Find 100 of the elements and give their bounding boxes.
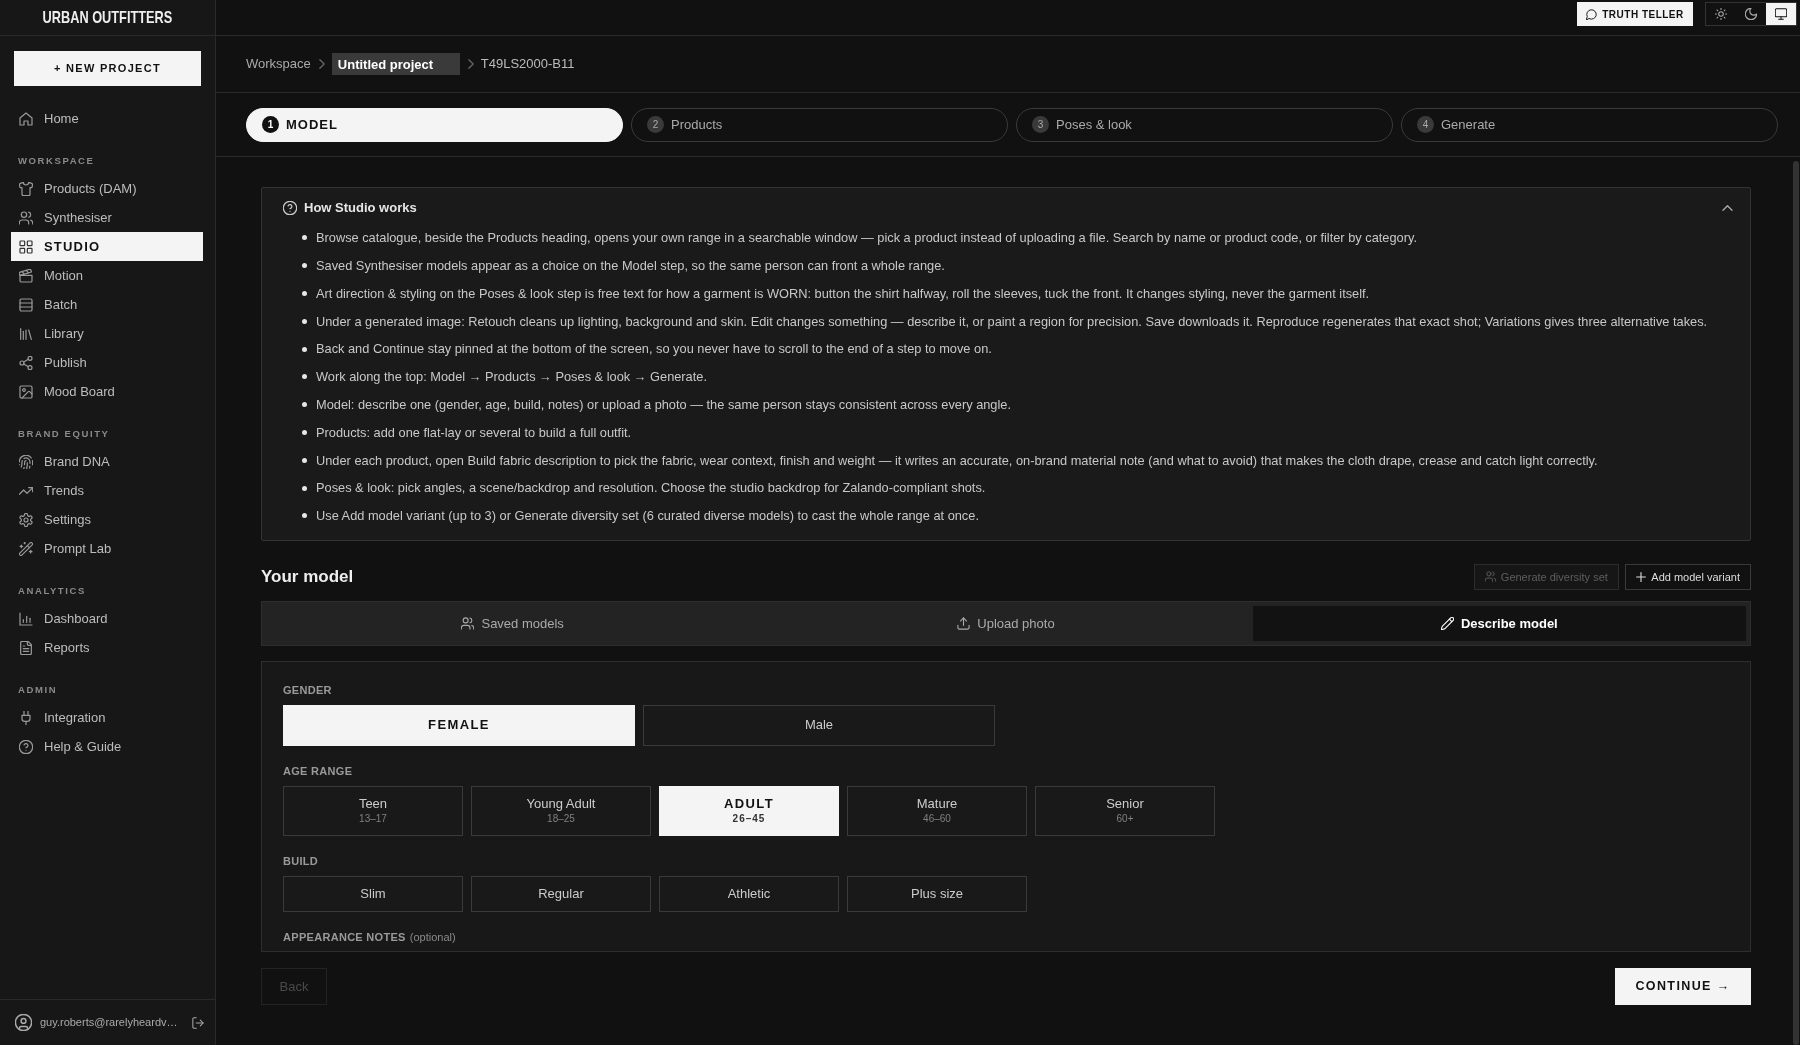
bullet-icon [302,402,307,408]
section-heading: WORKSPACE [18,154,96,168]
help-text: Use Add model variant (up to 3) or Generate diversity set (6 curated diverse models) to cast the whole range at once. [316,507,979,526]
grid-icon [19,239,33,254]
bullet-icon [302,263,307,269]
upload-icon [957,616,971,630]
breadcrumb-current: T49LS2000-B11 [480,55,575,74]
optional-hint: (optional) [409,930,456,943]
magic-wand-icon [19,541,33,556]
step-tab[interactable]: 1 MODEL [246,107,623,142]
step-number: 2 [647,116,664,133]
user-avatar-icon [15,1014,32,1031]
option-button[interactable]: FEMALE [283,704,635,746]
sidebar-item[interactable]: Home [11,104,203,133]
help-text: Under a generated image: Retouch cleans up lighting, background and skin. Edit changes something — describe it, or paint a region for precision. Save downloads it. Reproduce regenerates that exact shot; Variations gives three alternative takes. [316,312,1708,331]
user-email: guy.roberts@rarelyheardv… [40,1015,178,1031]
bullet-icon [302,318,307,324]
home-icon [19,111,33,126]
bullet-icon [302,429,307,435]
sidebar-item[interactable]: Batch [11,290,203,319]
option-button[interactable]: Senior 60+ [1035,785,1215,836]
plug-icon [19,710,33,725]
help-text: Back and Continue stay pinned at the bottom of the screen, so you never have to scroll to the end of a step to move on. [316,340,992,359]
rows-icon [19,297,33,312]
option-button[interactable]: Regular [471,875,651,912]
option-button[interactable]: Teen 13–17 [283,785,463,836]
sidebar-item[interactable]: Synthesiser [11,203,203,232]
bullet-icon [302,346,307,352]
mode-tab[interactable]: Saved models [266,605,760,641]
plus-icon [1636,571,1647,582]
settings-icon [19,512,33,527]
field-label: BUILD [283,853,320,868]
sidebar-item[interactable]: Prompt Lab [11,534,203,563]
brand-logo: URBAN OUTFITTERS [42,6,173,29]
option-button[interactable]: Athletic [659,875,839,912]
option-button[interactable]: Male [643,704,995,746]
sidebar-item[interactable]: Reports [11,633,203,662]
bullet-icon [302,485,307,491]
field-label: GENDER [283,682,333,697]
books-icon [19,326,33,341]
sidebar-item[interactable]: Trends [11,476,203,505]
option-button[interactable]: ADULT 26–45 [659,785,839,836]
sidebar-item[interactable]: Products (DAM) [11,174,203,203]
sidebar-item[interactable]: STUDIO [11,232,203,261]
share-icon [19,355,33,370]
breadcrumb-link[interactable]: Workspace [246,54,311,74]
sidebar-item[interactable]: Library [11,319,203,348]
option-button[interactable]: Mature 46–60 [847,785,1027,836]
scrollbar-thumb[interactable] [1793,161,1799,1045]
option-button[interactable]: Plus size [847,875,1027,912]
sidebar-item[interactable]: Publish [11,348,203,377]
people-icon [1484,571,1496,583]
option-button[interactable]: Young Adult 18–25 [471,785,651,836]
mode-tab[interactable]: Upload photo [759,605,1253,641]
sidebar-item[interactable]: Settings [11,505,203,534]
step-number: 3 [1032,116,1049,133]
mode-tab[interactable]: Describe model [1252,605,1746,641]
continue-button[interactable]: CONTINUE → [1615,967,1751,1005]
bullet-icon [302,457,307,463]
help-header[interactable]: How Studio works [262,188,1750,224]
bullet-icon [302,374,307,380]
option-button[interactable]: Slim [283,875,463,912]
add-variant-button[interactable]: Add model variant [1625,563,1751,590]
people-icon [461,616,475,630]
image-icon [19,384,33,399]
shirt-icon [19,181,33,196]
help-text: Browse catalogue, beside the Products heading, opens your own range in a searchable window — pick a product instead of uploading a file. Search by name or product code, or filter by category. [316,229,1417,248]
sidebar-item[interactable]: Brand DNA [11,447,203,476]
sidebar-item[interactable]: Motion [11,261,203,290]
project-name-field[interactable]: Untitled project [331,53,460,75]
logout-button[interactable] [191,1016,204,1029]
sidebar-item[interactable]: Integration [11,703,203,732]
help-icon [283,201,297,215]
theme-button[interactable] [1766,3,1796,25]
truth-teller-button[interactable]: TRUTH TELLER [1577,2,1693,26]
section-title: Your model [261,566,354,588]
help-text: Under each product, open Build fabric description to pick the fabric, wear context, finish and weight — it writes an accurate, on-brand material note (and what to avoid) that makes the cloth drape, crease and catch light correctly. [316,451,1598,470]
chevron-right-icon [467,59,474,69]
help-text: Saved Synthesiser models appear as a choice on the Model step, so the same person can front a whole range. [316,257,945,276]
help-icon [19,739,33,754]
logout-icon [191,1016,204,1029]
fingerprint-icon [19,454,33,469]
document-icon [19,640,33,655]
clapperboard-icon [19,268,33,283]
section-heading: ADMIN [18,683,59,697]
sun-icon [1715,8,1727,20]
new-project-button[interactable]: + NEW PROJECT [14,51,201,86]
help-text: Poses & look: pick angles, a scene/backdrop and resolution. Choose the studio backdrop for Zalando-compliant shots. [316,479,986,498]
section-heading: BRAND EQUITY [18,427,111,441]
field-label: APPEARANCE NOTES [283,930,406,943]
sidebar-item[interactable]: Mood Board [11,377,203,406]
chat-bubble-icon [1586,8,1598,20]
moon-icon [1745,8,1757,20]
bullet-icon [302,513,307,519]
sidebar-item[interactable]: Help & Guide [11,732,203,761]
bullet-icon [302,235,307,241]
pencil-icon [1440,616,1454,630]
help-text: Art direction & styling on the Poses & look step is free text for how a garment is WORN: button the shirt halfway, roll the sleeves, tuck the front. It changes styling, never the garment itself. [316,284,1370,303]
sidebar-item[interactable]: Dashboard [11,604,203,633]
help-text: Model: describe one (gender, age, build, notes) or upload a photo — the same person stays consistent across every angle. [316,396,1011,415]
